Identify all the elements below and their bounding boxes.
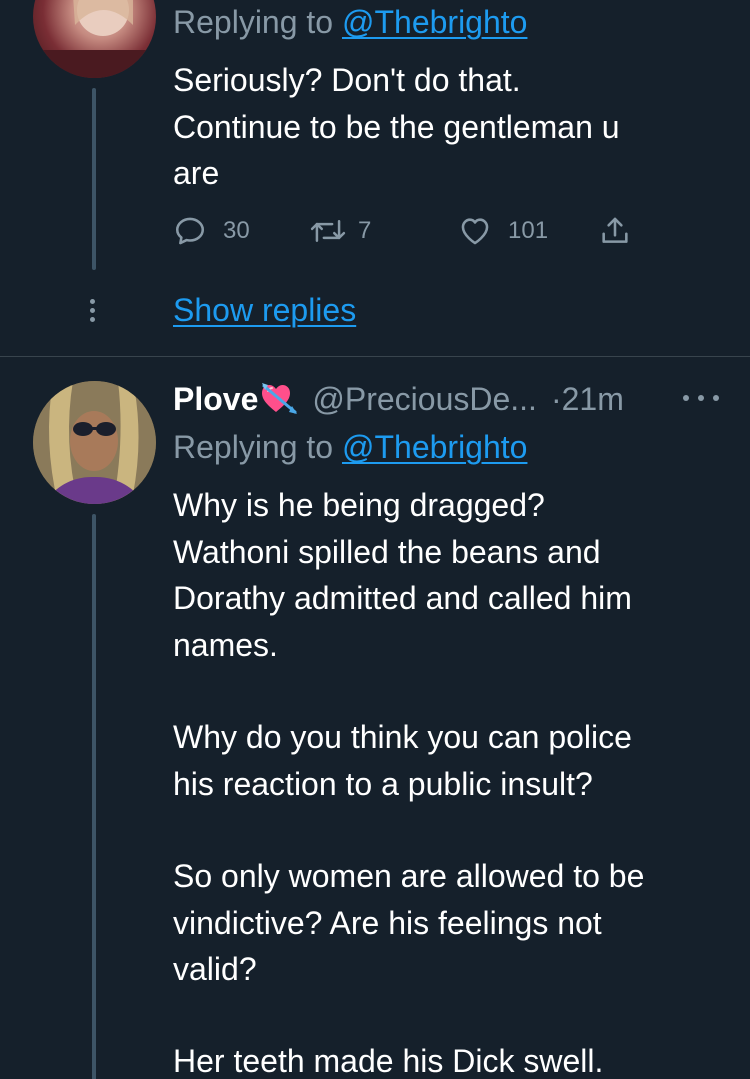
heart-arrow-icon	[262, 383, 298, 414]
thread-line	[92, 514, 96, 1079]
tweet-text: Seriously? Don't do that. Continue to be…	[173, 62, 620, 191]
reply-icon	[175, 217, 205, 245]
replying-to-handle-link[interactable]: @Thebrighto	[342, 429, 527, 465]
display-name[interactable]: Plove	[173, 381, 258, 418]
timestamp[interactable]: 21m	[562, 381, 624, 418]
show-replies-link[interactable]: Show replies	[173, 292, 356, 329]
tweet-paragraph: So only women are allowed to be vindicti…	[173, 858, 645, 987]
tweet-header: Plove @PreciousDe... · 21m	[173, 377, 723, 421]
reply-count: 30	[223, 217, 250, 244]
retweet-count: 7	[358, 217, 372, 244]
reply-button[interactable]: 30	[173, 212, 250, 250]
avatar[interactable]	[33, 0, 156, 78]
tweet-paragraph: Why do you think you can police his reac…	[173, 719, 632, 802]
retweet-icon	[310, 220, 346, 242]
avatar-photo	[33, 381, 156, 504]
share-button[interactable]	[598, 212, 632, 250]
replying-to: Replying to @Thebrighto	[173, 429, 527, 466]
share-icon	[602, 217, 628, 243]
like-icon	[461, 218, 489, 245]
replying-to-prefix: Replying to	[173, 4, 342, 40]
avatar-photo	[33, 0, 156, 78]
tweet-divider	[0, 356, 750, 357]
heart-arrow-emoji	[262, 382, 298, 416]
user-handle[interactable]: @PreciousDe...	[312, 381, 537, 418]
tweet-paragraph: Her teeth made his Dick swell.	[173, 1043, 604, 1079]
tweet-actions: 30 7 101	[173, 212, 653, 250]
replying-to: Replying to @Thebrighto	[173, 4, 527, 41]
replying-to-prefix: Replying to	[173, 429, 342, 465]
tweet-paragraph: Why is he being dragged? Wathoni spilled…	[173, 487, 632, 663]
separator-dot: ·	[550, 380, 562, 417]
thread-line	[92, 88, 96, 270]
thread-options-icon	[89, 299, 97, 325]
like-count: 101	[508, 217, 549, 244]
like-button[interactable]: 101	[458, 212, 548, 250]
avatar[interactable]	[33, 381, 156, 504]
replying-to-handle-link[interactable]: @Thebrighto	[342, 4, 527, 40]
more-options-icon[interactable]	[683, 393, 719, 403]
retweet-button[interactable]: 7	[310, 212, 371, 250]
